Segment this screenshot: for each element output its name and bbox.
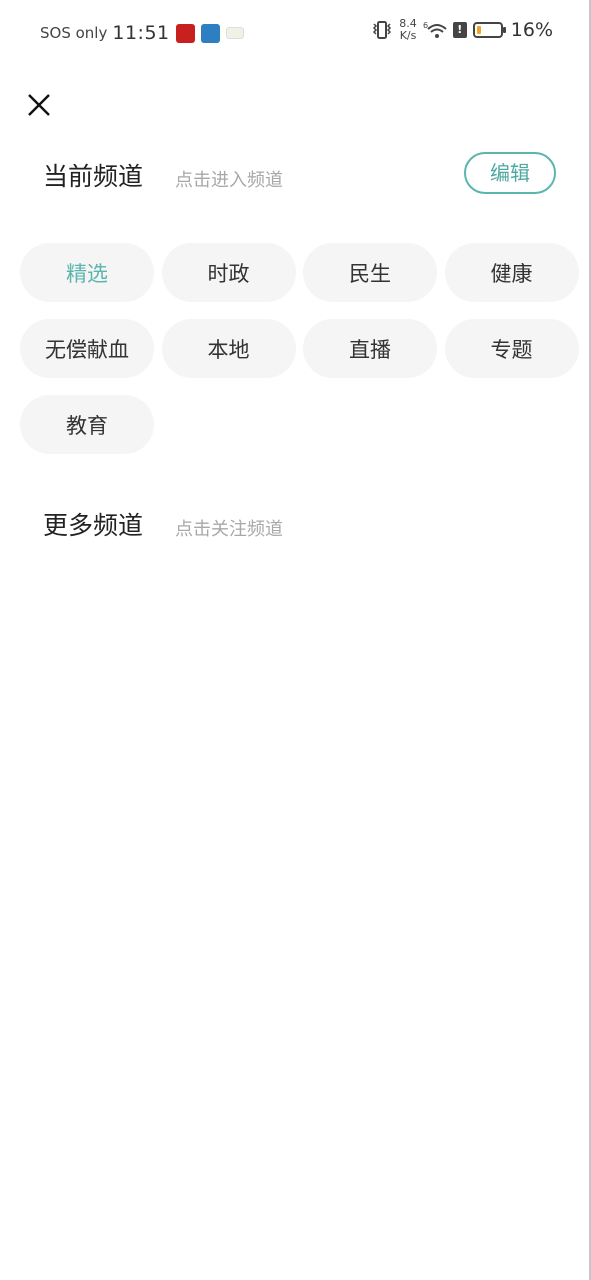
carrier-status: SOS only — [40, 24, 108, 42]
vibrate-icon — [373, 21, 392, 39]
battery-level — [476, 26, 481, 34]
green-app-icon — [225, 27, 244, 39]
svg-text:6: 6 — [423, 21, 428, 30]
edit-button[interactable]: 编辑 — [464, 152, 556, 194]
news-app-icon — [175, 23, 195, 43]
channel-chip[interactable]: 本地 — [161, 319, 296, 378]
channel-chip[interactable]: 无偿献血 — [20, 319, 154, 378]
channel-chip[interactable]: 直播 — [303, 319, 437, 378]
speed-unit: K/s — [399, 29, 417, 42]
channel-chip[interactable]: 专题 — [444, 319, 579, 378]
channel-chip[interactable]: 教育 — [20, 395, 154, 454]
network-speed: 8.4 K/s — [399, 18, 417, 42]
wifi-icon: 6 — [423, 21, 447, 38]
status-bar: SOS only 11:51 8.4 K/s 6 ! 16% — [0, 0, 589, 66]
translate-app-icon — [200, 23, 220, 43]
current-channels-title: 当前频道 — [43, 162, 144, 191]
close-button[interactable] — [24, 90, 54, 120]
sim-alert-icon: ! — [452, 22, 467, 38]
battery-percent: 16% — [510, 19, 553, 41]
channel-chip[interactable]: 健康 — [444, 243, 579, 302]
close-icon — [28, 94, 50, 116]
channel-chip[interactable]: 民生 — [303, 243, 437, 302]
channel-chip[interactable]: 时政 — [161, 243, 296, 302]
current-channels-hint: 点击进入频道 — [175, 170, 283, 191]
more-channels-hint: 点击关注频道 — [175, 519, 283, 540]
channel-chip[interactable]: 精选 — [20, 243, 154, 302]
battery-icon — [472, 22, 506, 38]
clock: 11:51 — [112, 22, 170, 44]
current-channels-grid: 精选 时政 民生 健康无偿献血 本地 直播 专题教育 — [20, 243, 579, 454]
more-channels-title: 更多频道 — [43, 511, 144, 540]
